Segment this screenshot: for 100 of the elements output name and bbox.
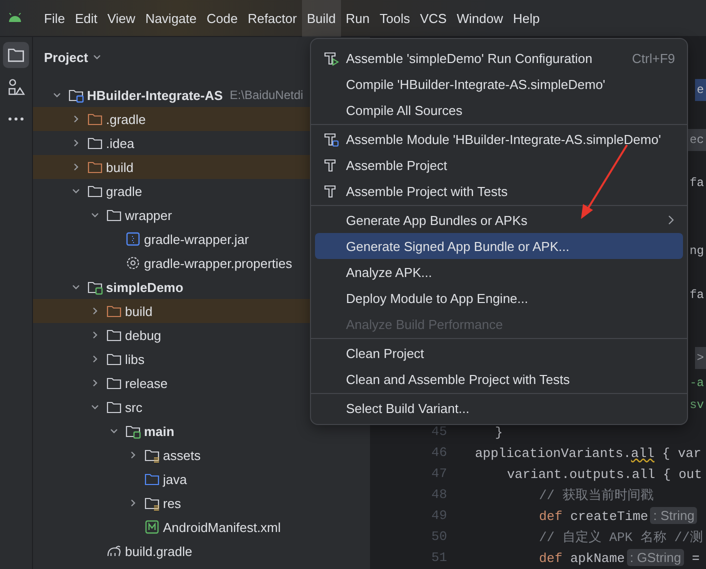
chevron-right-icon[interactable] (90, 378, 100, 388)
tool-window-button[interactable] (3, 42, 29, 68)
chevron-right-icon[interactable] (128, 498, 138, 508)
folder-icon (87, 111, 103, 127)
hammer-icon (323, 131, 339, 147)
tree-item-label: gradle (106, 184, 142, 198)
resource-folder-icon (144, 495, 160, 511)
folder-icon (87, 135, 103, 151)
code-fragment: fa (688, 175, 705, 192)
tree-item-label: build (125, 304, 152, 318)
module-folder-icon (125, 423, 141, 439)
code-line: } (495, 424, 503, 440)
menu-item[interactable]: Select Build Variant... (315, 395, 683, 421)
folder-icon (106, 399, 122, 415)
tree-item[interactable]: assets (33, 443, 370, 467)
chevron-right-icon[interactable] (90, 354, 100, 364)
chevron-down-icon[interactable] (90, 402, 100, 412)
tree-item[interactable]: java (33, 467, 370, 491)
tree-item-label: res (163, 496, 182, 510)
more-icon (7, 116, 25, 122)
module-folder-icon (87, 279, 103, 295)
code-fragment: sv (688, 397, 705, 414)
menu-item[interactable]: Clean Project (315, 340, 683, 366)
folder-icon (106, 375, 122, 391)
tree-item[interactable]: AndroidManifest.xml (33, 515, 370, 539)
tree-item[interactable]: res (33, 491, 370, 515)
menu-item[interactable]: VCS (414, 0, 452, 36)
folder-icon (87, 183, 103, 199)
menu-item[interactable]: Window (452, 0, 508, 36)
chevron-down-icon[interactable] (71, 282, 81, 292)
tree-item-label: libs (125, 352, 145, 366)
menu-item[interactable]: Assemble Project with Tests (315, 178, 683, 204)
menu-item[interactable]: Refactor (242, 0, 302, 36)
code-fragment: ec (688, 129, 706, 151)
chevron-right-icon[interactable] (128, 450, 138, 460)
code-fragment: ng (688, 243, 705, 260)
hammer-icon (323, 50, 339, 66)
chevron-down-icon[interactable] (52, 90, 62, 100)
tree-item-label: .idea (106, 136, 134, 150)
tree-item-label: AndroidManifest.xml (163, 520, 281, 534)
code-line: def createTime : String (539, 506, 698, 524)
tree-item-label: release (125, 376, 168, 390)
menu-item[interactable]: Navigate (140, 0, 202, 36)
tree-item-label: wrapper (125, 208, 172, 222)
project-path: E:\BaiduNetdi (230, 88, 304, 102)
tree-item-label: build.gradle (125, 544, 192, 558)
menu-item[interactable]: Generate Signed App Bundle or APK... (315, 233, 683, 259)
menu-item[interactable]: Edit (70, 0, 102, 36)
code-fragment: > (694, 347, 706, 369)
tree-item-label: HBuilder-Integrate-AS (87, 88, 223, 102)
folder-icon (106, 351, 122, 367)
elephant-icon (106, 543, 122, 559)
menu-item[interactable]: Generate App Bundles or APKs (315, 207, 683, 233)
chevron-right-icon[interactable] (90, 306, 100, 316)
folder-icon (106, 207, 122, 223)
code-fragment: fa (688, 287, 705, 304)
shortcut-label: Ctrl+F9 (632, 50, 675, 66)
folder-icon (87, 159, 103, 175)
folder-icon (106, 327, 122, 343)
panel-title[interactable]: Project (44, 50, 88, 64)
code-line: // 自定义 APK 名称 //测 (539, 528, 703, 546)
tree-item-label: main (144, 424, 174, 438)
code-line: // 获取当前时间戳 (539, 486, 654, 504)
jar-file-icon (125, 231, 141, 247)
chevron-down-icon[interactable] (71, 186, 81, 196)
menu-item[interactable]: Run (340, 0, 375, 36)
menu-item[interactable]: Assemble 'simpleDemo' Run Configuration Ctrl+F9 (315, 45, 683, 71)
chevron-down-icon[interactable] (109, 426, 119, 436)
chevron-right-icon[interactable] (90, 330, 100, 340)
tree-item[interactable]: build.gradle (33, 539, 370, 563)
tree-item-label: gradle-wrapper.jar (144, 232, 249, 246)
menu-item[interactable]: File (39, 0, 70, 36)
code-fragment: e (694, 79, 706, 101)
tree-item-label: .gradle (106, 112, 146, 126)
code-line: variant.outputs.all { out (507, 466, 702, 482)
chevron-down-icon[interactable] (92, 52, 102, 62)
folder-icon (144, 471, 160, 487)
tree-item[interactable]: main (33, 419, 370, 443)
tree-item-label: assets (163, 448, 201, 462)
shapes-icon (7, 78, 25, 96)
menu-item[interactable]: Build (302, 0, 341, 36)
tree-item-label: build (106, 160, 134, 174)
chevron-right-icon[interactable] (71, 138, 81, 148)
menu-item[interactable]: Analyze APK... (315, 259, 683, 285)
menu-item[interactable]: Clean and Assemble Project with Tests (315, 366, 683, 392)
folder-icon (106, 303, 122, 319)
tree-item-label: debug (125, 328, 162, 342)
chevron-right-icon[interactable] (71, 162, 81, 172)
manifest-file-icon (144, 519, 160, 535)
menu-item[interactable]: Help (508, 0, 545, 36)
menu-item[interactable]: Compile 'HBuilder-Integrate-AS.simpleDemo' (315, 71, 683, 97)
chevron-down-icon[interactable] (90, 210, 100, 220)
menu-item[interactable]: Tools (374, 0, 415, 36)
android-logo (8, 13, 22, 23)
chevron-right-icon[interactable] (71, 114, 81, 124)
folder-icon (7, 46, 25, 64)
resource-folder-icon (144, 447, 160, 463)
code-line: def apkName : GString = (539, 548, 700, 566)
menu-item[interactable]: Code (202, 0, 243, 36)
menu-item[interactable]: View (102, 0, 140, 36)
